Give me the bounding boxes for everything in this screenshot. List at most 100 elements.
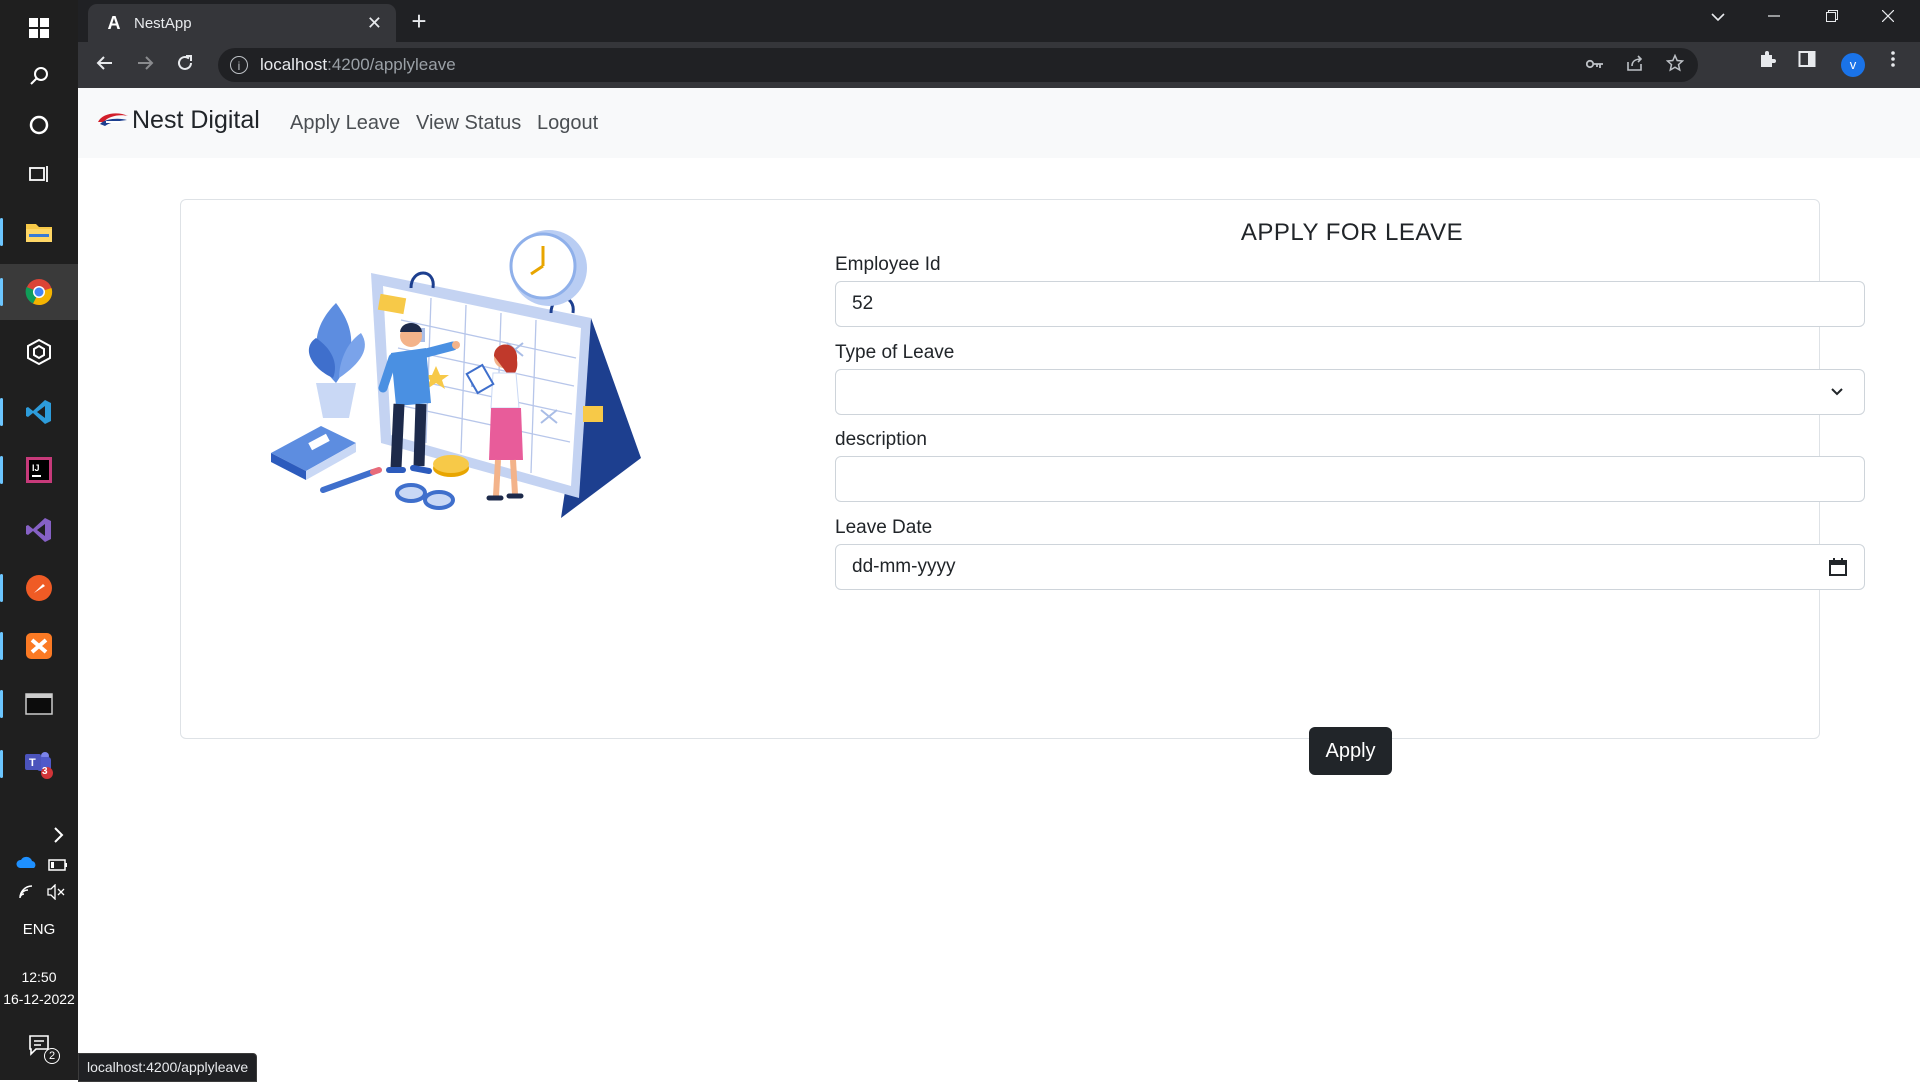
angular-favicon-icon: A xyxy=(107,12,121,33)
teams-button[interactable]: T 3 xyxy=(0,736,78,792)
tab-title: NestApp xyxy=(134,14,192,32)
cortana-button[interactable] xyxy=(0,97,78,153)
volume-button[interactable] xyxy=(46,883,66,905)
description-input[interactable] xyxy=(835,456,1865,502)
onedrive-button[interactable] xyxy=(16,855,38,874)
puzzle-icon xyxy=(1761,51,1776,67)
language-indicator[interactable]: ENG xyxy=(0,921,78,938)
network-button[interactable] xyxy=(18,884,36,905)
postman-button[interactable] xyxy=(0,560,78,616)
nav-view-status[interactable]: View Status xyxy=(416,112,521,135)
new-tab-button[interactable]: + xyxy=(404,6,434,37)
minimize-button[interactable] xyxy=(1754,6,1794,27)
battery-icon xyxy=(48,859,67,871)
leave-date-placeholder: dd-mm-yyyy xyxy=(852,556,956,577)
close-icon xyxy=(1881,9,1895,23)
form-title: APPLY FOR LEAVE xyxy=(1240,219,1464,246)
intellij-icon: IJ xyxy=(26,457,52,483)
side-panel-button[interactable] xyxy=(1792,50,1822,74)
chevron-right-icon xyxy=(54,827,64,843)
nav-apply-leave[interactable]: Apply Leave xyxy=(290,112,400,135)
visual-studio-button[interactable] xyxy=(0,502,78,558)
nav-logout[interactable]: Logout xyxy=(537,112,598,135)
kebab-menu-icon xyxy=(1891,51,1895,67)
clock-date[interactable]: 16-12-2022 xyxy=(0,991,78,1007)
leave-date-input[interactable]: dd-mm-yyyy xyxy=(835,544,1865,590)
web-page: Nest Digital Apply Leave View Status Log… xyxy=(78,88,1920,1080)
key-icon[interactable] xyxy=(1585,54,1604,77)
restore-button[interactable] xyxy=(1812,6,1852,27)
calendar-planning-illustration xyxy=(271,230,641,518)
windows-icon xyxy=(29,18,49,38)
description-label: description xyxy=(835,429,927,450)
vscode-icon xyxy=(26,400,51,424)
app-cube-button[interactable] xyxy=(0,324,78,380)
teams-badge: 3 xyxy=(42,766,48,777)
leave-date-label: Leave Date xyxy=(835,517,933,538)
profile-avatar[interactable]: v xyxy=(1841,53,1865,77)
nest-digital-logo-icon xyxy=(98,112,128,126)
terminal-icon xyxy=(25,693,53,715)
running-indicator xyxy=(0,632,3,660)
tab-close-icon[interactable]: ✕ xyxy=(367,13,382,34)
employee-id-input[interactable]: 52 xyxy=(835,281,1865,327)
side-panel-icon xyxy=(1798,51,1816,67)
reload-icon xyxy=(178,55,192,70)
employee-id-label: Employee Id xyxy=(835,254,941,275)
intellij-button[interactable]: IJ xyxy=(0,442,78,498)
minimize-icon xyxy=(1768,15,1780,17)
svg-text:IJ: IJ xyxy=(32,463,40,473)
running-indicator xyxy=(0,690,3,718)
task-view-icon xyxy=(29,166,48,182)
notifications-button[interactable]: 2 xyxy=(0,1020,78,1070)
brand-name: Nest Digital xyxy=(132,106,260,134)
apply-button[interactable]: Apply xyxy=(1309,727,1392,775)
visual-studio-icon xyxy=(26,518,51,542)
extensions-button[interactable] xyxy=(1752,50,1782,74)
apply-leave-card: APPLY FOR LEAVE Employee Id 52 Type of L… xyxy=(180,199,1865,775)
onedrive-icon xyxy=(16,856,36,868)
vscode-button[interactable] xyxy=(0,384,78,440)
brand-link[interactable]: Nest Digital xyxy=(96,106,260,135)
running-indicator xyxy=(0,218,3,246)
folder-icon xyxy=(26,224,52,242)
tab-search-button[interactable] xyxy=(1698,6,1738,27)
status-bubble-url: localhost:4200/applyleave xyxy=(78,1053,258,1082)
bookmark-star-icon[interactable] xyxy=(1665,53,1685,77)
arrow-right-icon xyxy=(138,56,154,70)
running-indicator xyxy=(0,278,3,306)
clock-time[interactable]: 12:50 xyxy=(0,969,78,985)
windows-taskbar: IJ T 3 ENG 12:50 16-12-2022 2 xyxy=(0,0,78,1080)
task-view-button[interactable] xyxy=(0,146,78,202)
browser-tab[interactable]: A NestApp ✕ xyxy=(88,4,396,42)
back-button[interactable] xyxy=(90,50,120,80)
xampp-icon xyxy=(26,633,52,659)
search-button[interactable] xyxy=(0,48,78,104)
chrome-button[interactable] xyxy=(0,264,78,320)
chevron-down-icon xyxy=(1831,388,1843,396)
chevron-down-icon xyxy=(1711,13,1725,22)
battery-button[interactable] xyxy=(48,858,68,876)
xampp-button[interactable] xyxy=(0,618,78,674)
file-explorer-button[interactable] xyxy=(0,204,78,260)
address-bar[interactable]: i localhost:4200/applyleave xyxy=(218,48,1698,82)
leave-type-label: Type of Leave xyxy=(835,342,955,363)
forward-button[interactable] xyxy=(130,50,160,80)
search-icon xyxy=(30,67,48,85)
share-icon[interactable] xyxy=(1626,54,1644,77)
terminal-button[interactable] xyxy=(0,676,78,732)
url-host: localhost xyxy=(260,55,328,74)
postman-icon xyxy=(26,575,52,601)
site-info-icon[interactable]: i xyxy=(230,56,248,74)
show-hidden-icons-button[interactable] xyxy=(0,805,78,865)
running-indicator xyxy=(0,574,3,602)
reload-button[interactable] xyxy=(170,50,200,80)
chrome-icon xyxy=(25,279,53,306)
notification-count: 2 xyxy=(44,1048,60,1064)
chrome-menu-button[interactable] xyxy=(1878,50,1908,74)
teams-icon: T xyxy=(25,752,53,779)
calendar-icon[interactable] xyxy=(1828,557,1848,577)
close-window-button[interactable] xyxy=(1868,6,1908,27)
arrow-left-icon xyxy=(96,56,112,70)
leave-type-select[interactable] xyxy=(835,369,1865,415)
